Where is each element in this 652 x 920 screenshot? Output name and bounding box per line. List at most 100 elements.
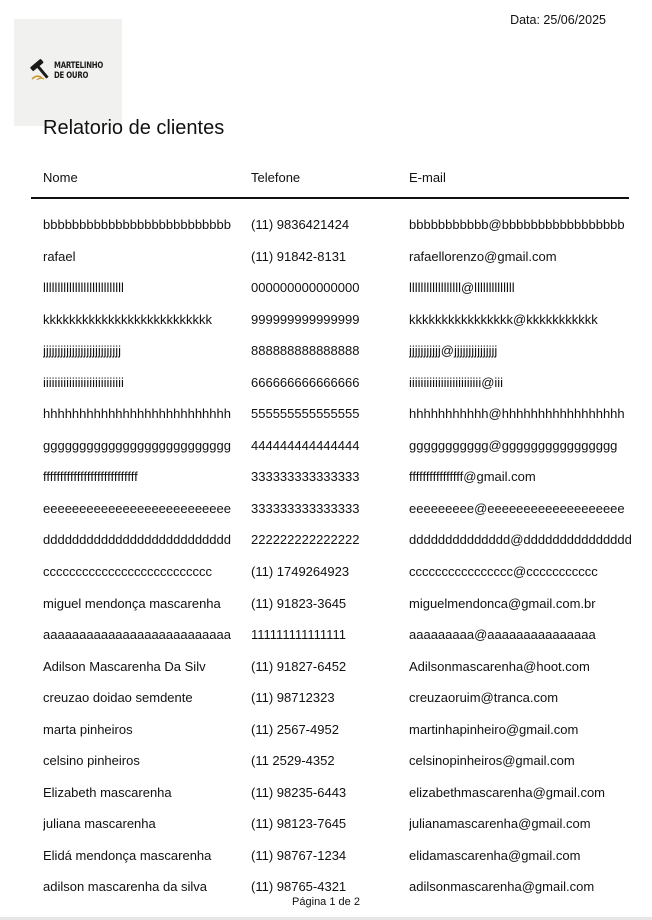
cell-email: elizabethmascarenha@gmail.com [409,784,606,800]
cell-phone: 000000000000000 [251,280,360,296]
cell-name: iiiiiiiiiiiiiiiiiiiiiiiiiiii [43,374,124,390]
cell-phone: 333333333333333 [251,500,360,516]
table-row: Elidá mendonça mascarenha (11) 98767-1234… [0,848,652,880]
cell-email: bbbbbbbbbbb@bbbbbbbbbbbbbbbbb [409,217,625,232]
table-row: iiiiiiiiiiiiiiiiiiiiiiiiiiii 666666666666… [0,375,652,407]
cell-phone: 555555555555555 [251,406,360,422]
logo-line-1: MARTELINHO [54,61,104,71]
cell-phone: 666666666666666 [251,374,360,390]
cell-name: adilson mascarenha da silva [43,879,208,895]
logo-line-2: DE OURO [54,71,89,81]
cell-phone: (11) 98235-6443 [251,784,347,800]
hammer-icon [30,59,49,81]
logo-text: MARTELINHO DE OURO [54,61,103,81]
cell-name: ffffffffffffffffffffffffffff [43,469,138,485]
table-row: cccccccccccccccccccccccccc (11) 174926492… [0,564,652,596]
cell-name: miguel mendonça mascarenha [43,595,221,611]
table-row: rafael (11) 91842-8131 rafaellorenzo@gmail… [0,249,652,281]
cell-phone: 111111111111111 [251,627,346,643]
table-row: dddddddddddddddddddddddddd 22222222222222… [0,532,652,564]
cell-email: kkkkkkkkkkkkkkkk@kkkkkkkkkkk [409,311,598,327]
client-table-body: bbbbbbbbbbbbbbbbbbbbbbbbbb (11) 983642142… [0,217,652,897]
cell-name: creuzao doidao semdente [43,690,193,706]
cell-name: cccccccccccccccccccccccccc [43,564,212,580]
cell-name: eeeeeeeeeeeeeeeeeeeeeeeeee [43,500,231,516]
column-header-phone: Telefone [251,170,301,185]
cell-phone: (11) 98765-4321 [251,879,347,895]
cell-phone: 333333333333333 [251,469,360,485]
cell-phone: 999999999999999 [251,311,360,327]
cell-phone: (11) 1749264923 [251,564,350,580]
cell-name: juliana mascarenha [43,816,156,832]
table-row: juliana mascarenha (11) 98123-7645 juliana… [0,816,652,848]
cell-name: llllllllllllllllllllllllllll [43,280,124,296]
company-logo: MARTELINHO DE OURO [14,19,122,126]
cell-name: jjjjjjjjjjjjjjjjjjjjjjjjjjj [43,343,121,359]
cell-phone: (11) 98712323 [251,690,335,706]
cell-email: aaaaaaaaa@aaaaaaaaaaaaaaa [409,627,596,643]
table-row: hhhhhhhhhhhhhhhhhhhhhhhhhh 55555555555555… [0,406,652,438]
table-row: kkkkkkkkkkkkkkkkkkkkkkkkkk 99999999999999… [0,312,652,344]
report-date: Data: 25/06/2025 [510,13,606,27]
cell-email: miguelmendonca@gmail.com.br [409,595,596,611]
table-row: ffffffffffffffffffffffffffff 333333333333… [0,469,652,501]
cell-email: ffffffffffffffff@gmail.com [409,469,536,485]
cell-name: hhhhhhhhhhhhhhhhhhhhhhhhhh [43,406,231,422]
cell-email: adilsonmascarenha@gmail.com [409,879,595,895]
cell-phone: (11 2529-4352 [251,753,335,769]
cell-phone: (11) 9836421424 [251,217,350,232]
page-title: Relatorio de clientes [43,117,225,139]
cell-name: dddddddddddddddddddddddddd [43,532,231,548]
cell-phone: (11) 98767-1234 [251,847,347,863]
cell-email: cccccccccccccccc@ccccccccccc [409,564,598,580]
table-row: celsino pinheiros (11 2529-4352 celsinopin… [0,753,652,785]
header-divider [31,197,629,199]
cell-name: kkkkkkkkkkkkkkkkkkkkkkkkkk [43,311,212,327]
table-row: adilson mascarenha da silva (11) 98765-43… [0,879,652,897]
table-row: gggggggggggggggggggggggggg 44444444444444… [0,438,652,470]
page-number: Página 1 de 2 [292,896,360,908]
cell-phone: (11) 98123-7645 [251,816,347,832]
cell-name: Elidá mendonça mascarenha [43,847,212,863]
cell-email: llllllllllllllllll@llllllllllllll [409,280,515,296]
table-row: creuzao doidao semdente (11) 98712323 creu… [0,690,652,722]
cell-name: bbbbbbbbbbbbbbbbbbbbbbbbbb [43,217,231,232]
cell-email: creuzaoruim@tranca.com [409,690,559,706]
table-header: Nome Telefone E-mail [0,170,652,188]
cell-email: celsinopinheiros@gmail.com [409,753,575,769]
cell-phone: 444444444444444 [251,437,360,453]
table-row: Elizabeth mascarenha (11) 98235-6443 eliza… [0,785,652,817]
cell-email: martinhapinheiro@gmail.com [409,721,579,737]
cell-email: hhhhhhhhhhh@hhhhhhhhhhhhhhhhh [409,406,625,422]
cell-email: ggggggggggg@gggggggggggggggg [409,437,618,453]
table-row: bbbbbbbbbbbbbbbbbbbbbbbbbb (11) 983642142… [0,217,652,249]
cell-name: Adilson Mascarenha Da Silv [43,658,206,674]
cell-phone: (11) 91842-8131 [251,248,347,264]
cell-name: celsino pinheiros [43,753,140,769]
cell-email: elidamascarenha@gmail.com [409,847,581,863]
cell-phone: (11) 2567-4952 [251,721,339,737]
cell-name: marta pinheiros [43,721,133,737]
table-row: jjjjjjjjjjjjjjjjjjjjjjjjjjj 8888888888888… [0,343,652,375]
cell-email: rafaellorenzo@gmail.com [409,248,557,264]
column-header-name: Nome [43,170,78,185]
cell-email: dddddddddddddd@ddddddddddddddd [409,532,632,548]
table-row: aaaaaaaaaaaaaaaaaaaaaaaaaa 11111111111111… [0,627,652,659]
table-row: miguel mendonça mascarenha (11) 91823-364… [0,596,652,628]
table-row: marta pinheiros (11) 2567-4952 martinhapin… [0,722,652,754]
cell-email: jjjjjjjjjjj@jjjjjjjjjjjjjjj [409,343,498,359]
table-row: eeeeeeeeeeeeeeeeeeeeeeeeee 33333333333333… [0,501,652,533]
cell-email: Adilsonmascarenha@hoot.com [409,658,590,674]
column-header-email: E-mail [409,170,446,185]
cell-name: aaaaaaaaaaaaaaaaaaaaaaaaaa [43,627,231,643]
cell-phone: (11) 91827-6452 [251,658,347,674]
table-row: Adilson Mascarenha Da Silv (11) 91827-645… [0,659,652,691]
cell-email: julianamascarenha@gmail.com [409,816,591,832]
cell-name: Elizabeth mascarenha [43,784,172,800]
cell-phone: (11) 91823-3645 [251,595,347,611]
table-row: llllllllllllllllllllllllllll 000000000000… [0,280,652,312]
cell-email: eeeeeeeee@eeeeeeeeeeeeeeeeeee [409,500,625,516]
cell-phone: 222222222222222 [251,532,360,548]
cell-name: gggggggggggggggggggggggggg [43,437,231,453]
cell-email: iiiiiiiiiiiiiiiiiiiiiiiii@iii [409,374,504,390]
